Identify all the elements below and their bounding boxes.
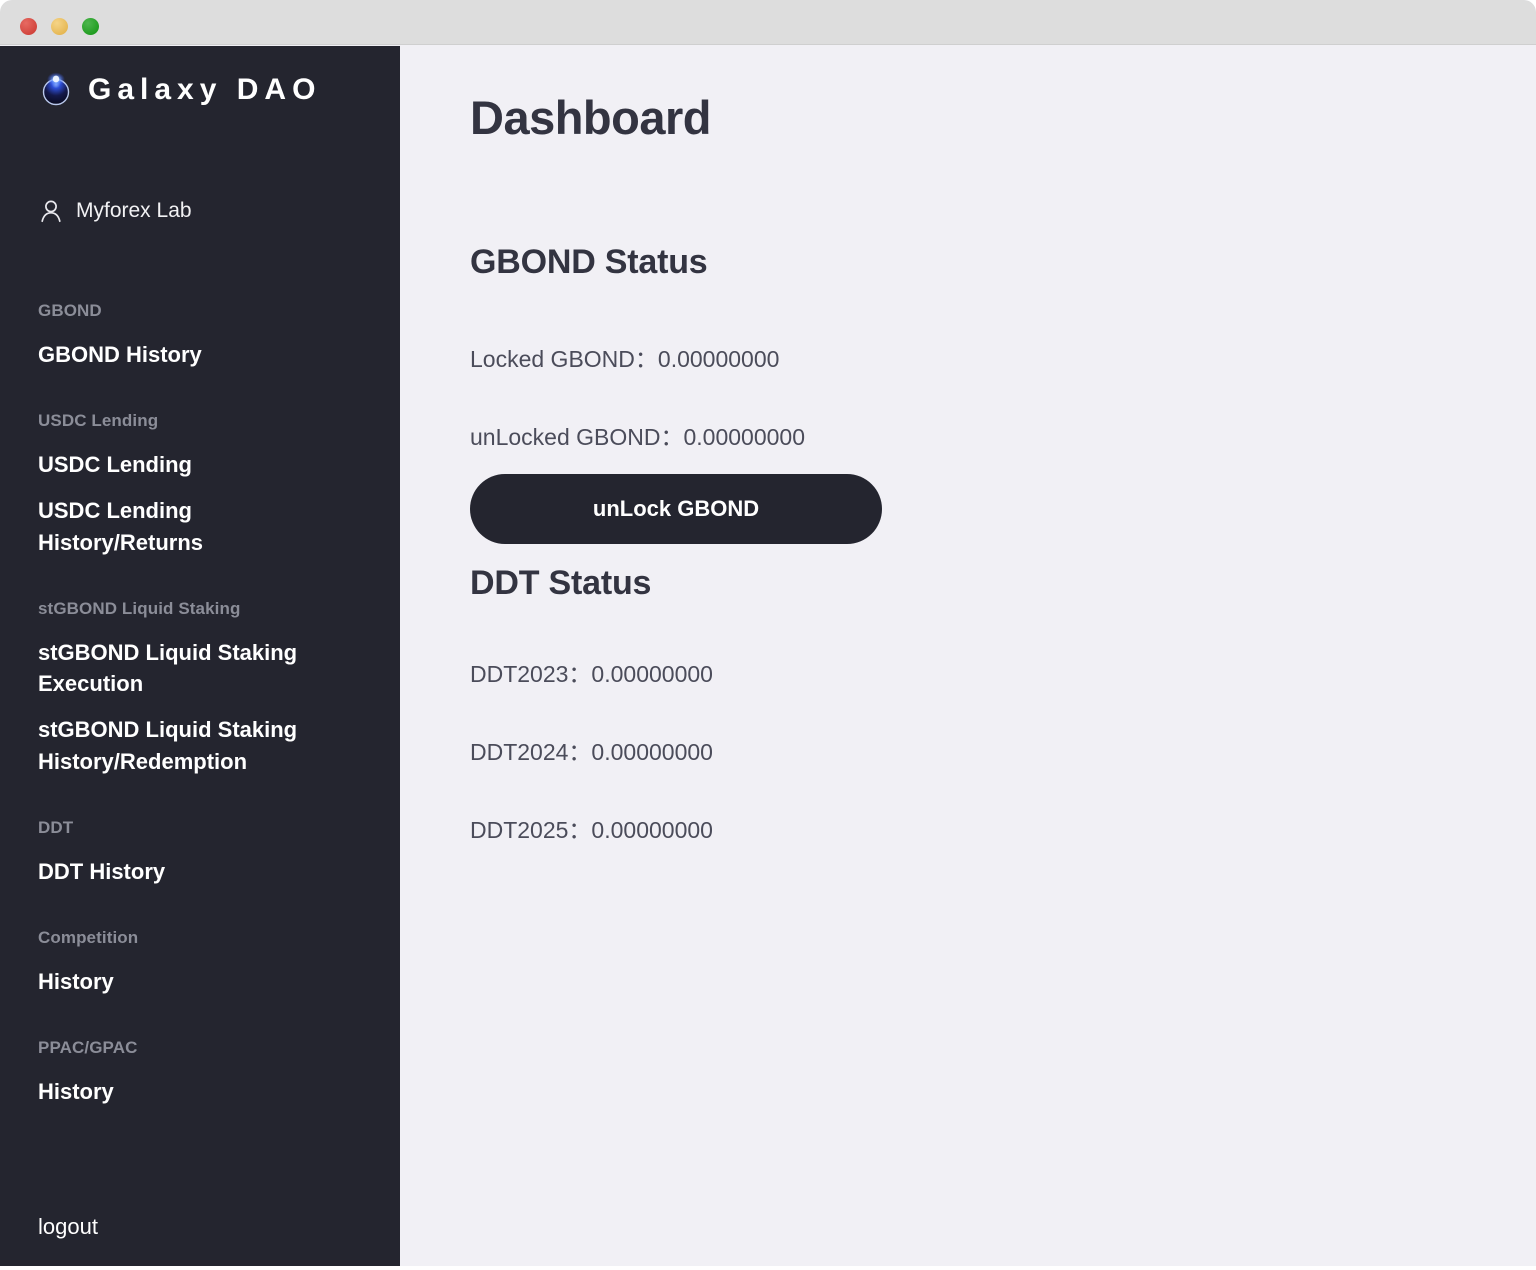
ddt2025-value: DDT2025：0.00000000: [470, 817, 713, 843]
nav-heading-ddt: DDT: [38, 818, 74, 838]
sidebar-item-gbond-history[interactable]: GBOND History: [0, 339, 400, 371]
unlocked-gbond-value: unLocked GBOND：0.00000000: [470, 424, 805, 450]
maximize-button[interactable]: [82, 18, 99, 35]
nav-section-competition: Competition History: [0, 928, 400, 998]
app-viewport: Galaxy DAO Myforex Lab GBOND GBOND Histo…: [0, 46, 1536, 1266]
brand[interactable]: Galaxy DAO: [38, 62, 321, 118]
sidebar-item-competition-history[interactable]: History: [0, 966, 400, 998]
main-content: Dashboard GBOND Status Locked GBOND：0.00…: [400, 46, 1536, 1266]
locked-gbond-value: Locked GBOND：0.00000000: [470, 346, 780, 372]
app-window: Galaxy DAO Myforex Lab GBOND GBOND Histo…: [0, 0, 1536, 1266]
gbond-status-heading: GBOND Status: [470, 243, 708, 281]
sidebar-user-name: Myforex Lab: [76, 199, 192, 222]
minimize-button[interactable]: [51, 18, 68, 35]
nav-heading-usdc-lending: USDC Lending: [38, 410, 159, 430]
nav-heading-gbond: GBOND: [38, 301, 102, 320]
sidebar: Galaxy DAO Myforex Lab GBOND GBOND Histo…: [0, 46, 400, 1266]
sidebar-item-usdc-lending[interactable]: USDC Lending: [0, 449, 400, 481]
sidebar-item-stgbond-liquid-staking-history-redemption[interactable]: stGBOND Liquid Staking History/Redemptio…: [0, 714, 400, 778]
sidebar-item-ddt-history[interactable]: DDT History: [0, 856, 400, 888]
sidebar-item-stgbond-liquid-staking-execution[interactable]: stGBOND Liquid Staking Execution: [0, 637, 400, 701]
sidebar-nav: GBOND GBOND History USDC Lending USDC Le…: [0, 301, 400, 1148]
close-button[interactable]: [20, 18, 37, 35]
nav-section-gbond: GBOND GBOND History: [0, 301, 400, 371]
unlock-gbond-button[interactable]: unLock GBOND: [470, 474, 882, 544]
ddt-status-heading: DDT Status: [470, 564, 652, 602]
user-icon: [38, 198, 64, 224]
ddt2024-value: DDT2024：0.00000000: [470, 739, 713, 765]
brand-name: Galaxy DAO: [88, 73, 322, 106]
nav-section-stgbond-liquid-staking: stGBOND Liquid Staking stGBOND Liquid St…: [0, 599, 400, 779]
nav-section-ddt: DDT DDT History: [0, 818, 400, 888]
nav-heading-ppac-gpac: PPAC/GPAC: [38, 1037, 138, 1057]
nav-heading-stgbond-liquid-staking: stGBOND Liquid Staking: [38, 598, 241, 618]
sidebar-user[interactable]: Myforex Lab: [38, 196, 192, 226]
sidebar-item-usdc-lending-history-returns[interactable]: USDC Lending History/Returns: [0, 495, 400, 559]
nav-section-ppac-gpac: PPAC/GPAC History: [0, 1038, 400, 1108]
nav-section-usdc-lending: USDC Lending USDC Lending USDC Lending H…: [0, 411, 400, 559]
ddt-status-list: DDT2023：0.00000000 DDT2024：0.00000000 DD…: [470, 655, 1466, 845]
sidebar-item-ppac-gpac-history[interactable]: History: [0, 1076, 400, 1108]
window-titlebar: [0, 0, 1536, 45]
page-title: Dashboard: [470, 91, 712, 144]
logout-link[interactable]: logout: [38, 1214, 98, 1240]
ddt2023-value: DDT2023：0.00000000: [470, 661, 713, 687]
nav-heading-competition: Competition: [38, 928, 139, 948]
galaxy-sphere-icon: [38, 72, 74, 108]
